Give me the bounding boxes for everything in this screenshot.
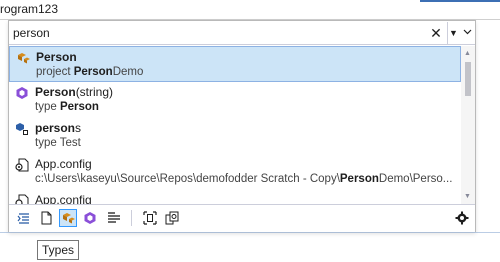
results-scrollbar[interactable]: ▲ ▼ (461, 46, 475, 204)
result-item[interactable]: Person project PersonDemo (9, 46, 461, 82)
scroll-thumb[interactable] (465, 62, 471, 96)
current-document-button[interactable] (141, 209, 159, 227)
result-subtitle: project PersonDemo (36, 66, 144, 78)
toolbar-separator (131, 210, 132, 226)
filter-members-button[interactable] (81, 209, 99, 227)
go-to-all-popup: ✕ ▼ Person project PersonDemo (8, 20, 476, 232)
result-subtitle: type Test (35, 137, 81, 149)
result-title: Person(string) (35, 85, 114, 99)
config-file-icon (15, 194, 29, 204)
filter-files-button[interactable] (37, 209, 55, 227)
result-title: Person (36, 50, 77, 64)
document-scope-icon (143, 211, 157, 225)
filter-types-button[interactable] (59, 209, 77, 227)
filter-lines-button[interactable] (15, 209, 33, 227)
lines-filter-icon (17, 213, 29, 224)
options-chevron-icon[interactable] (461, 22, 474, 44)
editor-accent-line (0, 232, 500, 233)
config-file-icon (15, 158, 29, 172)
field-icon (15, 122, 29, 136)
result-title: App.config (35, 157, 92, 171)
filter-dropdown-icon[interactable]: ▼ (447, 22, 459, 44)
result-subtitle: c:\Users\kaseyu\Source\Repos\demofodder … (35, 173, 453, 185)
clear-search-icon[interactable]: ✕ (427, 23, 445, 43)
results-list: Person project PersonDemo Person(string)… (9, 46, 461, 204)
file-filter-icon (41, 211, 52, 225)
filter-symbols-button[interactable] (105, 209, 123, 227)
scroll-down-icon[interactable]: ▼ (464, 193, 471, 200)
external-items-icon (165, 211, 179, 225)
types-tooltip: Types (37, 240, 80, 260)
class-icon (16, 51, 30, 65)
symbols-filter-icon (108, 212, 120, 223)
members-filter-icon (84, 212, 96, 224)
result-item[interactable]: App.config c:\Users\kaseyu\Source\Repos\… (9, 154, 461, 190)
accent-strip (420, 0, 500, 2)
result-item[interactable]: Person(string) type Person (9, 82, 461, 118)
search-input[interactable] (13, 23, 433, 43)
result-item[interactable]: persons type Test (9, 118, 461, 154)
types-filter-icon (63, 213, 75, 224)
result-title: App.config (35, 193, 92, 204)
document-tab-bar: rogram123 (0, 0, 500, 20)
result-item[interactable]: App.config (9, 190, 461, 204)
settings-button[interactable] (453, 209, 471, 227)
search-row: ✕ ▼ (9, 21, 475, 45)
result-subtitle: type Person (35, 101, 99, 113)
filter-toolbar (9, 204, 475, 232)
result-title: persons (35, 121, 82, 135)
method-icon (15, 86, 29, 100)
gear-icon (455, 211, 469, 225)
scroll-up-icon[interactable]: ▲ (464, 50, 471, 57)
document-tab-title[interactable]: rogram123 (0, 2, 58, 16)
external-items-button[interactable] (163, 209, 181, 227)
